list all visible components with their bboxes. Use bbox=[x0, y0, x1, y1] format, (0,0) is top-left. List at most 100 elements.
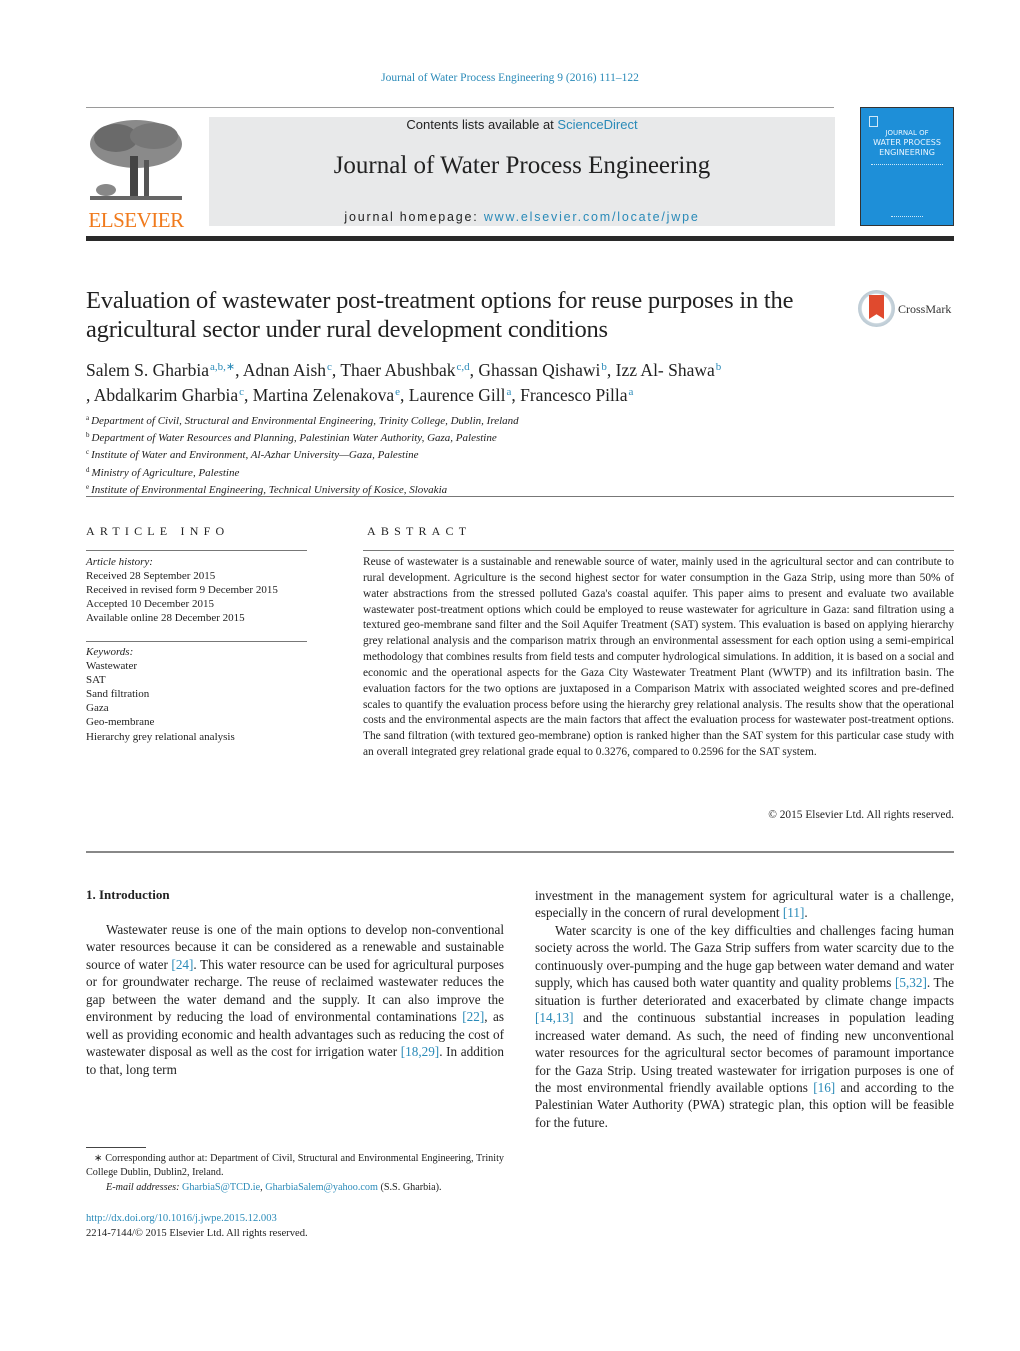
citation-link[interactable]: [22] bbox=[462, 1009, 484, 1024]
keywords-label: Keywords: bbox=[86, 646, 134, 658]
affiliation-marker[interactable]: a bbox=[629, 386, 634, 398]
email-link[interactable]: GharbiaS@TCD.ie bbox=[182, 1182, 260, 1193]
abstract-heading: ABSTRACT bbox=[367, 524, 472, 538]
text-run: Water scarcity is one of the key difficu… bbox=[535, 922, 954, 991]
cover-footer bbox=[891, 216, 923, 217]
keyword-item: Sand filtration bbox=[86, 688, 150, 701]
author-name[interactable]: , Abdalkarim Gharbia bbox=[86, 385, 238, 405]
paragraph: investment in the management system for … bbox=[535, 887, 954, 922]
homepage-link[interactable]: www.elsevier.com/locate/jwpe bbox=[484, 210, 700, 224]
text-run: . bbox=[804, 905, 808, 921]
cover-editors bbox=[871, 164, 943, 166]
contents-prefix: Contents lists available at bbox=[406, 117, 558, 132]
affiliation-marker[interactable]: c bbox=[239, 386, 244, 398]
footnotes: ∗ Corresponding author at: Department of… bbox=[86, 1152, 504, 1195]
author-name[interactable]: Francesco Pilla bbox=[520, 385, 627, 405]
keyword-item: SAT bbox=[86, 674, 106, 687]
affiliation-marker[interactable]: a bbox=[506, 386, 511, 398]
divider bbox=[363, 550, 954, 551]
history-item: Available online 28 December 2015 bbox=[86, 612, 245, 625]
affiliation-key: e bbox=[86, 482, 90, 491]
contents-line: Contents lists available at ScienceDirec… bbox=[209, 117, 835, 132]
history-label: Article history: bbox=[86, 556, 153, 568]
crossmark-label: CrossMark bbox=[898, 302, 952, 316]
affiliation-text: Department of Civil, Structural and Envi… bbox=[91, 415, 519, 427]
citation-link[interactable]: [24] bbox=[171, 957, 193, 972]
affiliation-item: c Institute of Water and Environment, Al-… bbox=[86, 445, 786, 462]
cover-title-line: JOURNAL OF bbox=[885, 129, 929, 137]
author-name[interactable]: Thaer Abushbak bbox=[340, 360, 455, 380]
author-name[interactable]: Izz Al- Shawa bbox=[616, 360, 715, 380]
email-line: E-mail addresses: GharbiaS@TCD.ie, Gharb… bbox=[106, 1181, 442, 1193]
keyword-item: Hierarchy grey relational analysis bbox=[86, 730, 235, 743]
article-title: Evaluation of wastewater post-treatment … bbox=[86, 287, 794, 343]
divider bbox=[86, 496, 954, 497]
affiliation-marker[interactable]: c bbox=[327, 361, 332, 373]
affiliation-item: d Ministry of Agriculture, Palestine bbox=[86, 463, 786, 480]
affiliation-list: a Department of Civil, Structural and Env… bbox=[86, 411, 786, 497]
affiliation-marker[interactable]: b bbox=[716, 361, 722, 373]
email-suffix: (S.S. Gharbia). bbox=[377, 1181, 442, 1193]
keywords-list: Wastewater SAT Sand filtration Gaza Geo-memb… bbox=[86, 659, 316, 744]
body-column-left: Wastewater reuse is one of the main opti… bbox=[86, 921, 504, 1078]
section-heading-introduction: 1. Introduction bbox=[86, 887, 170, 902]
affiliation-text: Institute of Water and Environment, Al-A… bbox=[91, 449, 419, 462]
abstract-text: Reuse of wastewater is a sustainable and… bbox=[363, 556, 954, 759]
author-name[interactable]: Ghassan Qishawi bbox=[478, 360, 600, 380]
footnote-rule bbox=[86, 1147, 146, 1148]
doi-link[interactable]: http://dx.doi.org/10.1016/j.jwpe.2015.12… bbox=[86, 1213, 277, 1224]
affiliation-item: b Department of Water Resources and Plann… bbox=[86, 428, 786, 445]
paragraph: Water scarcity is one of the key difficu… bbox=[535, 922, 954, 1131]
divider bbox=[86, 641, 307, 642]
affiliation-item: e Institute of Environmental Engineering,… bbox=[86, 480, 786, 497]
affiliation-marker[interactable]: b bbox=[601, 361, 607, 373]
crossmark-button[interactable]: CrossMark bbox=[858, 290, 958, 330]
article-info-heading: ARTICLE INFO bbox=[86, 524, 230, 538]
keywords: Keywords: Wastewater SAT Sand filtration Ga… bbox=[86, 645, 316, 744]
citation-link[interactable]: [18,29] bbox=[401, 1044, 439, 1059]
keyword-item: Geo-membrane bbox=[86, 716, 155, 729]
affiliation-text: Institute of Environmental Engineering, … bbox=[91, 483, 448, 496]
elsevier-wordmark: ELSEVIER bbox=[88, 208, 184, 232]
sciencedirect-link[interactable]: ScienceDirect bbox=[557, 117, 637, 132]
citation-link[interactable]: [11] bbox=[783, 905, 804, 920]
affiliation-marker[interactable]: a,b,∗ bbox=[210, 361, 235, 373]
affiliation-marker[interactable]: c,d bbox=[457, 361, 470, 373]
author-name[interactable]: Salem S. Gharbia bbox=[86, 360, 209, 380]
journal-name: Journal of Water Process Engineering bbox=[333, 152, 711, 179]
author-name[interactable]: Laurence Gill bbox=[409, 385, 506, 405]
affiliation-text: Department of Water Resources and Planni… bbox=[91, 432, 497, 445]
cover-emblem-icon bbox=[869, 116, 878, 127]
article-history: Article history: Received 28 September 2… bbox=[86, 555, 316, 625]
journal-citation[interactable]: Journal of Water Process Engineering 9 (… bbox=[0, 72, 1020, 84]
author-name[interactable]: Martina Zelenakova bbox=[253, 385, 394, 405]
citation-link[interactable]: [5,32] bbox=[895, 975, 927, 990]
email-link[interactable]: GharbiaSalem@yahoo.com bbox=[265, 1182, 378, 1193]
divider bbox=[86, 851, 954, 853]
citation-link[interactable]: [16] bbox=[813, 1080, 835, 1095]
affiliation-text: Ministry of Agriculture, Palestine bbox=[91, 466, 240, 479]
affiliation-key: a bbox=[86, 414, 90, 422]
header-rule bbox=[86, 107, 834, 108]
issn-line: 2214-7144/© 2015 Elsevier Ltd. All right… bbox=[86, 1227, 308, 1239]
affiliation-key: b bbox=[86, 431, 90, 440]
journal-cover[interactable]: JOURNAL OF WATER PROCESS ENGINEERING bbox=[860, 107, 954, 226]
affiliation-marker[interactable]: e bbox=[395, 386, 400, 398]
history-list: Received 28 September 2015 Received in re… bbox=[86, 569, 316, 625]
homepage-line: journal homepage: www.elsevier.com/locat… bbox=[209, 210, 835, 224]
citation-link[interactable]: [14,13] bbox=[535, 1010, 573, 1025]
affiliation-key: c bbox=[86, 448, 90, 457]
doi-block: http://dx.doi.org/10.1016/j.jwpe.2015.12… bbox=[86, 1212, 504, 1241]
text-run: investment in the management system for … bbox=[535, 888, 954, 921]
author-name[interactable]: Adnan Aish bbox=[243, 360, 326, 380]
masthead: Contents lists available at ScienceDirec… bbox=[209, 117, 835, 226]
affiliation-key: d bbox=[86, 465, 90, 474]
masthead-thick-rule bbox=[86, 236, 954, 241]
paragraph: Wastewater reuse is one of the main opti… bbox=[86, 921, 504, 1078]
corresponding-author-note: ∗ Corresponding author at: Department of… bbox=[86, 1153, 504, 1179]
homepage-prefix: journal homepage: bbox=[344, 210, 484, 224]
elsevier-logo[interactable]: ELSEVIER bbox=[86, 116, 186, 232]
history-item: Received 28 September 2015 bbox=[86, 570, 216, 583]
divider bbox=[86, 550, 307, 551]
keyword-item: Wastewater bbox=[86, 660, 138, 673]
